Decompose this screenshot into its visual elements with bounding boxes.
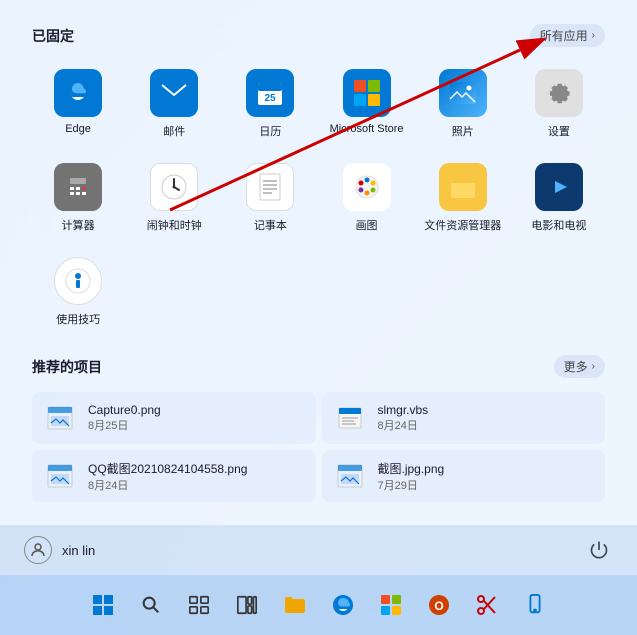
rec-text-qq: QQ截图20210824104558.png8月24日 <box>88 460 247 493</box>
user-info[interactable]: xin lin <box>24 536 95 564</box>
app-icon-paint <box>343 163 391 211</box>
taskbar-edge-button[interactable] <box>322 584 364 626</box>
rec-date-jiejie: 7月29日 <box>378 477 445 493</box>
app-label-files: 文件资源管理器 <box>424 217 501 233</box>
app-label-paint: 画图 <box>356 217 378 233</box>
rec-name-qq: QQ截图20210824104558.png <box>88 460 247 477</box>
app-icon-calendar: 25 <box>246 69 294 117</box>
app-label-store: Microsoft Store <box>330 123 404 135</box>
app-icon-movies <box>535 163 583 211</box>
taskbar: O <box>0 575 637 635</box>
user-avatar <box>24 536 52 564</box>
app-label-tips: 使用技巧 <box>56 311 100 327</box>
start-menu: 已固定 所有应用 › Edge 邮件 25 日历 Microsoft Store 照片 设置… <box>0 0 637 575</box>
app-item-edge[interactable]: Edge <box>32 61 124 147</box>
app-item-store[interactable]: Microsoft Store <box>320 61 412 147</box>
taskbar-snip-button[interactable] <box>466 584 508 626</box>
app-icon-store <box>343 69 391 117</box>
taskbar-store-button[interactable] <box>370 584 412 626</box>
app-item-photos[interactable]: 照片 <box>417 61 509 147</box>
taskbar-start-button[interactable] <box>82 584 124 626</box>
svg-text:25: 25 <box>265 93 277 104</box>
user-name: xin lin <box>62 543 95 558</box>
pinned-title: 已固定 <box>32 26 74 46</box>
app-item-calendar[interactable]: 25 日历 <box>224 61 316 147</box>
svg-text:O: O <box>434 599 443 613</box>
power-button[interactable] <box>585 536 613 564</box>
app-label-movies: 电影和电视 <box>531 217 586 233</box>
app-label-mail: 邮件 <box>163 123 185 139</box>
recommended-section-header: 推荐的项目 更多 › <box>32 355 605 378</box>
rec-date-slmgr: 8月24日 <box>378 417 429 433</box>
rec-icon-capture0 <box>42 400 78 436</box>
taskbar-explorer-button[interactable] <box>274 584 316 626</box>
rec-text-capture0: Capture0.png8月25日 <box>88 403 161 433</box>
app-icon-settings <box>535 69 583 117</box>
all-apps-label: 所有应用 <box>540 27 588 44</box>
taskbar-taskview-button[interactable] <box>178 584 220 626</box>
recommended-grid: Capture0.png8月25日slmgr.vbs8月24日QQ截图20210… <box>32 392 605 502</box>
app-item-files[interactable]: 文件资源管理器 <box>417 155 509 241</box>
pinned-apps-grid: Edge 邮件 25 日历 Microsoft Store 照片 设置计算器 闹钟和时钟 记事本… <box>32 61 605 335</box>
rec-date-capture0: 8月25日 <box>88 417 161 433</box>
chevron-right-icon: › <box>592 30 595 41</box>
app-label-edge: Edge <box>65 123 91 135</box>
app-icon-notepad <box>246 163 294 211</box>
rec-icon-slmgr <box>332 400 368 436</box>
rec-item-qq[interactable]: QQ截图20210824104558.png8月24日 <box>32 450 316 502</box>
taskbar-phone-button[interactable] <box>514 584 556 626</box>
rec-date-qq: 8月24日 <box>88 477 247 493</box>
rec-item-slmgr[interactable]: slmgr.vbs8月24日 <box>322 392 606 444</box>
taskbar-snap-button[interactable] <box>226 584 268 626</box>
more-label: 更多 <box>564 358 588 375</box>
app-item-paint[interactable]: 画图 <box>320 155 412 241</box>
rec-icon-qq <box>42 458 78 494</box>
app-icon-tips <box>54 257 102 305</box>
app-label-notepad: 记事本 <box>254 217 287 233</box>
app-label-settings: 设置 <box>548 123 570 139</box>
all-apps-button[interactable]: 所有应用 › <box>530 24 605 47</box>
rec-name-capture0: Capture0.png <box>88 403 161 417</box>
rec-item-capture0[interactable]: Capture0.png8月25日 <box>32 392 316 444</box>
taskbar-search-button[interactable] <box>130 584 172 626</box>
rec-icon-jiejie <box>332 458 368 494</box>
rec-text-slmgr: slmgr.vbs8月24日 <box>378 403 429 433</box>
app-icon-calc <box>54 163 102 211</box>
recommended-title: 推荐的项目 <box>32 357 102 377</box>
app-icon-files <box>439 163 487 211</box>
app-item-movies[interactable]: 电影和电视 <box>513 155 605 241</box>
rec-text-jiejie: 截图.jpg.png7月29日 <box>378 460 445 493</box>
app-icon-edge <box>54 69 102 117</box>
rec-name-jiejie: 截图.jpg.png <box>378 460 445 477</box>
app-icon-photos <box>439 69 487 117</box>
app-label-clock: 闹钟和时钟 <box>147 217 202 233</box>
app-item-calc[interactable]: 计算器 <box>32 155 124 241</box>
app-item-settings[interactable]: 设置 <box>513 61 605 147</box>
pinned-section-header: 已固定 所有应用 › <box>32 24 605 47</box>
app-label-photos: 照片 <box>452 123 474 139</box>
app-icon-clock <box>150 163 198 211</box>
app-label-calc: 计算器 <box>62 217 95 233</box>
app-item-mail[interactable]: 邮件 <box>128 61 220 147</box>
more-button[interactable]: 更多 › <box>554 355 605 378</box>
app-item-tips[interactable]: 使用技巧 <box>32 249 124 335</box>
rec-item-jiejie[interactable]: 截图.jpg.png7月29日 <box>322 450 606 502</box>
rec-name-slmgr: slmgr.vbs <box>378 403 429 417</box>
app-label-calendar: 日历 <box>259 123 281 139</box>
app-item-notepad[interactable]: 记事本 <box>224 155 316 241</box>
app-icon-mail <box>150 69 198 117</box>
app-item-clock[interactable]: 闹钟和时钟 <box>128 155 220 241</box>
taskbar-office-button[interactable]: O <box>418 584 460 626</box>
chevron-right-icon-2: › <box>592 361 595 372</box>
user-bar: xin lin <box>0 525 637 575</box>
